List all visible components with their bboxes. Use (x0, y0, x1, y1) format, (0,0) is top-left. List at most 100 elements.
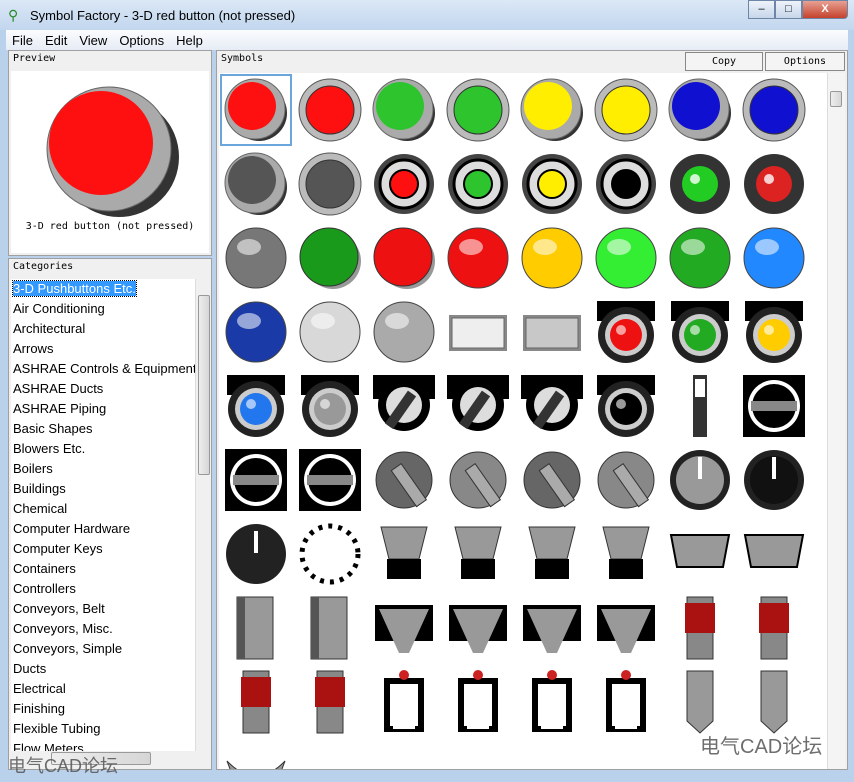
symbol-lever[interactable] (591, 445, 661, 515)
symbol-lever[interactable] (517, 445, 587, 515)
symbol-fork[interactable] (591, 667, 661, 737)
category-item[interactable]: Air Conditioning (11, 299, 195, 319)
symbol-stack[interactable] (221, 667, 291, 737)
symbol-b3d[interactable] (220, 74, 292, 146)
symbol-sphere[interactable] (221, 223, 291, 293)
symbol-fork[interactable] (443, 667, 513, 737)
symbol-knob[interactable] (739, 445, 809, 515)
symbol-housed[interactable] (221, 371, 291, 441)
category-item[interactable]: Containers (11, 559, 195, 579)
symbol-housed[interactable] (295, 371, 365, 441)
symbol-rect[interactable] (443, 297, 513, 367)
copy-button[interactable]: Copy (685, 52, 763, 71)
symbol-ring[interactable] (369, 149, 439, 219)
symbol-selector[interactable] (295, 445, 365, 515)
menu-help[interactable]: Help (170, 33, 209, 48)
menu-edit[interactable]: Edit (39, 33, 73, 48)
symbol-chute[interactable] (443, 593, 513, 663)
symbol-housed[interactable] (665, 297, 735, 367)
category-item[interactable]: ASHRAE Controls & Equipment (11, 359, 195, 379)
symbol-chute[interactable] (369, 593, 439, 663)
symbol-b3dp[interactable] (295, 75, 365, 145)
symbol-key[interactable] (369, 371, 439, 441)
category-list[interactable]: 3-D Pushbuttons Etc. Air Conditioning Arch… (11, 279, 195, 751)
symbol-tray[interactable] (665, 519, 735, 589)
symbol-stack[interactable] (665, 593, 735, 663)
symbol-b3dp[interactable] (443, 75, 513, 145)
symbol-b3dp[interactable] (591, 75, 661, 145)
symbol-dial[interactable] (295, 519, 365, 589)
symbol-b3d[interactable] (369, 75, 439, 145)
symbol-stack[interactable] (295, 667, 365, 737)
category-item[interactable]: Computer Keys (11, 539, 195, 559)
symbol-curve[interactable] (221, 741, 291, 769)
menu-view[interactable]: View (73, 33, 113, 48)
symbol-flat[interactable] (369, 223, 439, 293)
symbol-hopper[interactable] (369, 519, 439, 589)
category-item[interactable]: Chemical (11, 499, 195, 519)
category-item[interactable]: Electrical (11, 679, 195, 699)
symbol-b3d[interactable] (665, 75, 735, 145)
category-item[interactable]: ASHRAE Piping (11, 399, 195, 419)
symbol-sphere[interactable] (591, 223, 661, 293)
symbol-sphere[interactable] (517, 223, 587, 293)
symbol-housed[interactable] (591, 297, 661, 367)
symbol-beam[interactable] (221, 593, 291, 663)
symbol-housed[interactable] (739, 297, 809, 367)
symbol-knob[interactable] (221, 519, 291, 589)
category-item[interactable]: 3-D Pushbuttons Etc. (11, 279, 195, 299)
maximize-button[interactable]: □ (775, 0, 802, 19)
symbol-flat[interactable] (295, 223, 365, 293)
category-item[interactable]: Blowers Etc. (11, 439, 195, 459)
category-item[interactable]: Architectural (11, 319, 195, 339)
symbol-b3d[interactable] (221, 149, 291, 219)
category-item[interactable]: ASHRAE Ducts (11, 379, 195, 399)
symbol-slider[interactable] (665, 371, 735, 441)
symbol-chute[interactable] (591, 593, 661, 663)
category-item[interactable]: Buildings (11, 479, 195, 499)
symbol-housed[interactable] (591, 371, 661, 441)
category-item[interactable]: Ducts (11, 659, 195, 679)
symbol-sphere[interactable] (295, 297, 365, 367)
symbol-sphere[interactable] (739, 223, 809, 293)
symbol-ring[interactable] (591, 149, 661, 219)
symbol-fork[interactable] (517, 667, 587, 737)
symbol-ring[interactable] (517, 149, 587, 219)
symbol-hopper[interactable] (591, 519, 661, 589)
symbol-sphere[interactable] (443, 223, 513, 293)
minimize-button[interactable]: – (748, 0, 775, 19)
symbol-rect[interactable] (517, 297, 587, 367)
symbol-scrollbar[interactable] (827, 73, 845, 769)
category-item[interactable]: Arrows (11, 339, 195, 359)
symbol-chute[interactable] (517, 593, 587, 663)
category-item[interactable]: Controllers (11, 579, 195, 599)
symbol-lever[interactable] (443, 445, 513, 515)
category-item[interactable]: Conveyors, Simple (11, 639, 195, 659)
symbol-sphere[interactable] (665, 223, 735, 293)
symbol-beam[interactable] (295, 593, 365, 663)
symbol-stack[interactable] (739, 593, 809, 663)
symbol-fork[interactable] (369, 667, 439, 737)
menu-file[interactable]: File (6, 33, 39, 48)
category-item[interactable]: Basic Shapes (11, 419, 195, 439)
symbol-blade[interactable] (739, 667, 809, 737)
category-scrollbar[interactable] (195, 279, 211, 751)
symbol-sphere[interactable] (369, 297, 439, 367)
symbol-sphere[interactable] (221, 297, 291, 367)
category-item[interactable]: Conveyors, Belt (11, 599, 195, 619)
options-button[interactable]: Options (765, 52, 845, 71)
symbol-b3d[interactable] (517, 75, 587, 145)
category-item[interactable]: Conveyors, Misc. (11, 619, 195, 639)
symbol-key[interactable] (517, 371, 587, 441)
category-item[interactable]: Finishing (11, 699, 195, 719)
scroll-thumb[interactable] (198, 295, 210, 475)
close-button[interactable]: X (802, 0, 848, 19)
symbol-lever[interactable] (369, 445, 439, 515)
symbol-glow[interactable] (739, 149, 809, 219)
menu-options[interactable]: Options (113, 33, 170, 48)
symbol-tray[interactable] (739, 519, 809, 589)
symbol-blade[interactable] (665, 667, 735, 737)
symbol-selector[interactable] (221, 445, 291, 515)
symbol-glow[interactable] (665, 149, 735, 219)
symbol-selector[interactable] (739, 371, 809, 441)
